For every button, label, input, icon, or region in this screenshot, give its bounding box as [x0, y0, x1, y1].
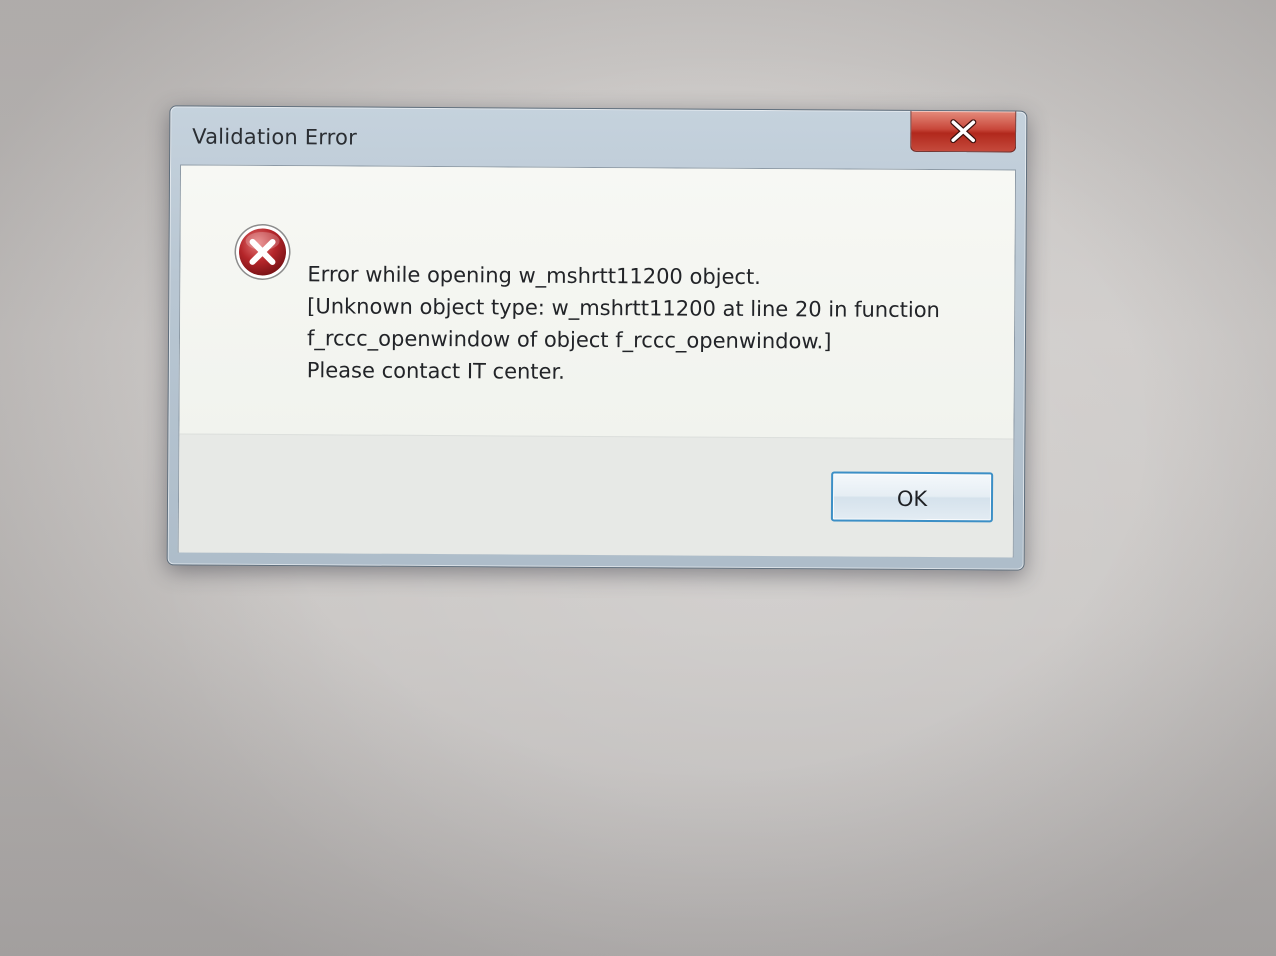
desktop-background: Validation Error Error while opening w_m…: [0, 0, 1276, 956]
error-icon: [234, 223, 291, 280]
validation-error-dialog: Validation Error Error while opening w_m…: [166, 105, 1028, 571]
message-line: Error while opening w_mshrtt11200 object…: [307, 262, 761, 289]
dialog-body: Error while opening w_mshrtt11200 object…: [177, 164, 1017, 558]
close-button[interactable]: [910, 110, 1017, 153]
ok-button[interactable]: OK: [830, 471, 994, 523]
message-line: [Unknown object type: w_mshrtt11200 at l…: [307, 294, 940, 323]
close-icon: [950, 119, 977, 144]
message-line: Please contact IT center.: [306, 358, 565, 384]
dialog-title: Validation Error: [192, 124, 358, 150]
message-line: f_rccc_openwindow of object f_rccc_openw…: [306, 326, 832, 354]
dialog-titlebar[interactable]: Validation Error: [170, 106, 1026, 167]
error-message: Error while opening w_mshrtt11200 object…: [307, 258, 940, 390]
message-panel: Error while opening w_mshrtt11200 object…: [179, 165, 1016, 439]
